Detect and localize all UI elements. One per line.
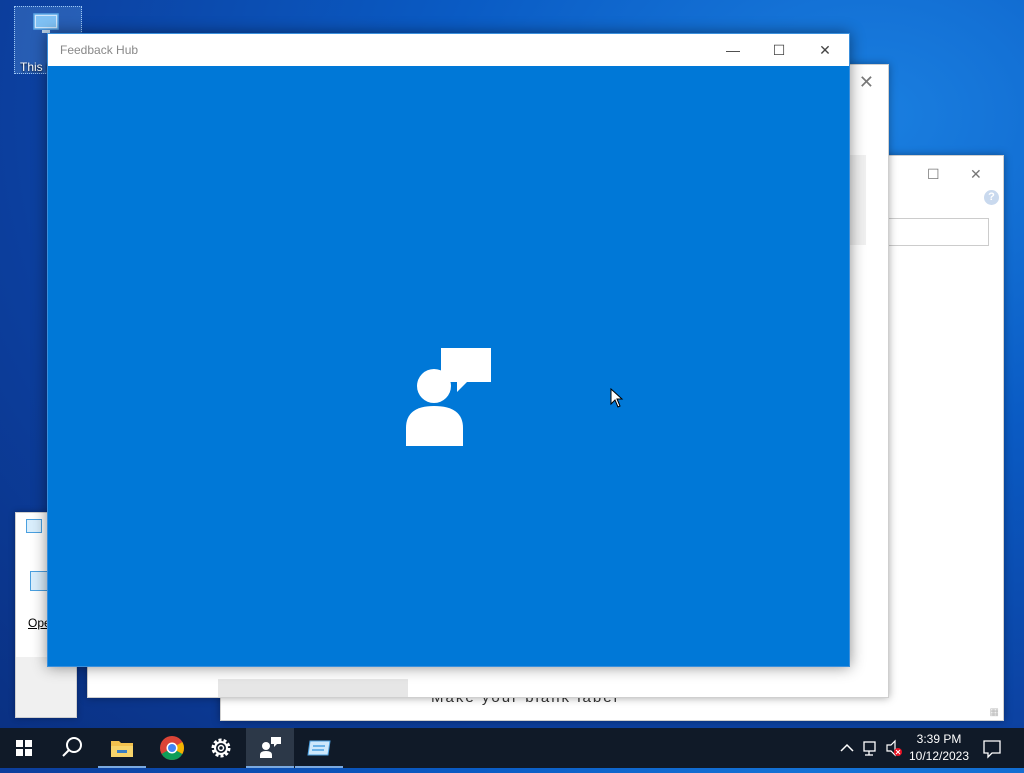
volume-muted-icon[interactable] — [884, 728, 904, 768]
search-icon — [62, 737, 82, 757]
close-button[interactable]: ✕ — [802, 34, 848, 66]
clock-date: 10/12/2023 — [908, 749, 970, 763]
mouse-cursor-icon — [610, 388, 624, 408]
system-clock[interactable]: 3:39 PM 10/12/2023 — [904, 731, 974, 765]
resize-grip-icon[interactable]: ▦ — [990, 707, 999, 718]
close-icon[interactable]: ✕ — [970, 166, 982, 183]
feedback-icon — [260, 737, 281, 758]
taskbar-item-settings[interactable] — [197, 728, 245, 768]
clock-time: 3:39 PM — [916, 732, 962, 746]
window-title: Feedback Hub — [60, 43, 139, 57]
maximize-button[interactable]: ☐ — [756, 34, 802, 66]
minimize-button[interactable]: — — [710, 34, 756, 66]
help-icon[interactable]: ? — [984, 190, 999, 205]
taskbar: 3:39 PM 10/12/2023 — [0, 728, 1024, 768]
close-icon[interactable]: ✕ — [859, 72, 874, 93]
maximize-icon[interactable]: ☐ — [927, 166, 940, 183]
side-panel — [848, 155, 866, 245]
computer-icon — [33, 13, 59, 33]
window-app-icon — [26, 519, 42, 533]
splash-screen — [48, 66, 849, 666]
folder-icon — [111, 741, 133, 757]
scroll-strip — [218, 679, 408, 697]
window-app-icon — [307, 740, 331, 756]
feedback-hub-window[interactable]: Feedback Hub — ☐ ✕ — [47, 33, 850, 667]
taskbar-item-feedback-hub[interactable] — [246, 728, 294, 768]
chrome-icon — [160, 736, 184, 761]
feedback-hub-logo-icon — [406, 348, 491, 446]
search-button[interactable] — [48, 728, 96, 768]
taskbar-item-chrome[interactable] — [148, 728, 196, 768]
chevron-up-icon[interactable] — [838, 728, 856, 768]
taskbar-item-file-explorer[interactable] — [98, 728, 146, 768]
gear-icon — [211, 738, 231, 758]
windows-logo-icon — [16, 740, 32, 756]
title-bar[interactable]: Feedback Hub — ☐ ✕ — [48, 34, 849, 66]
start-button[interactable] — [0, 728, 48, 768]
network-icon[interactable] — [861, 728, 881, 768]
notification-center-icon[interactable] — [981, 728, 1003, 768]
taskbar-item-app-window[interactable] — [295, 728, 343, 768]
